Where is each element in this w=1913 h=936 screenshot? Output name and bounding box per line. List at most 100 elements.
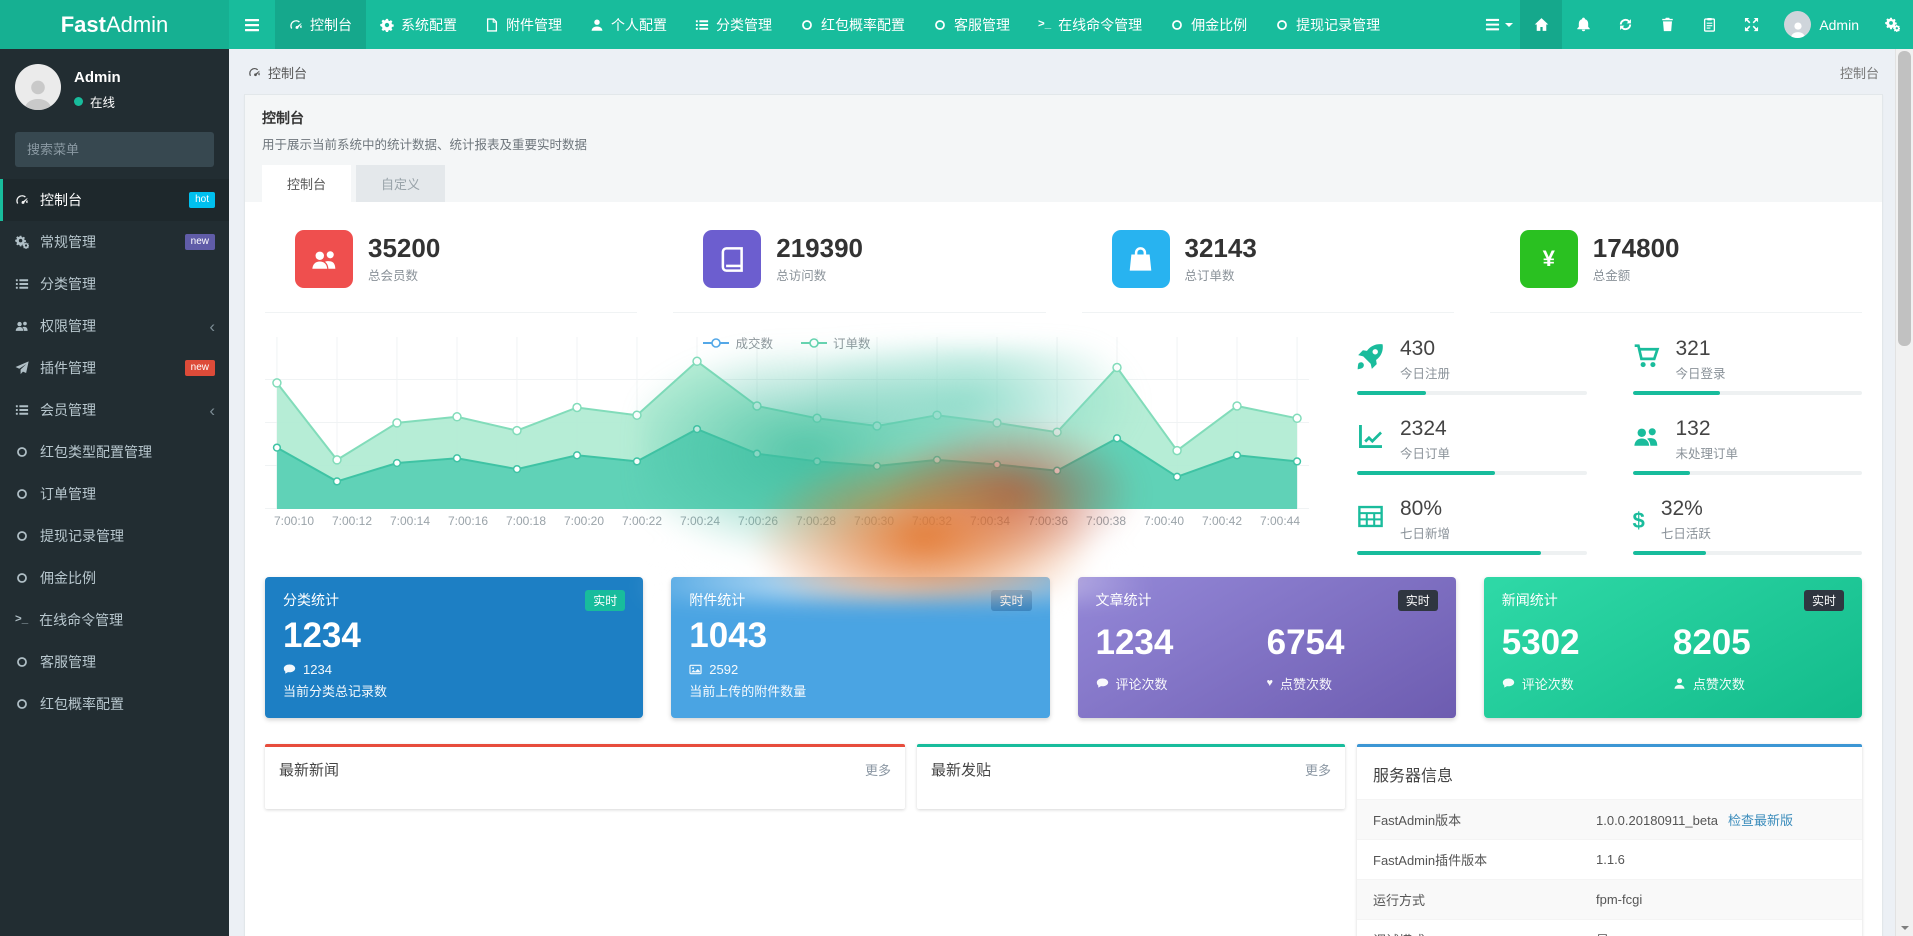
legend-item[interactable]: 订单数 <box>801 333 871 352</box>
bell-button[interactable] <box>1562 0 1604 49</box>
legend-item[interactable]: 成交数 <box>703 333 773 352</box>
sidebar-item[interactable]: 会员管理‹ <box>0 389 229 431</box>
mini-stat-label: 今日注册 <box>1400 363 1450 382</box>
list-icon <box>695 18 709 32</box>
circle-icon <box>15 697 29 711</box>
top-menu-item[interactable]: 系统配置 <box>366 0 471 49</box>
sidebar-item[interactable]: 分类管理 <box>0 263 229 305</box>
x-tick-label: 7:00:10 <box>265 514 323 528</box>
stat-tile <box>295 230 353 288</box>
stat-tile <box>703 230 761 288</box>
scrollbar[interactable] <box>1895 49 1913 936</box>
users-icon <box>1633 423 1660 450</box>
home-icon <box>1534 17 1549 32</box>
stat-box: 35200 总会员数 <box>265 226 637 313</box>
card-title: 新闻统计 <box>1502 590 1558 610</box>
admin-user-menu[interactable]: Admin <box>1772 0 1871 49</box>
expand-button[interactable] <box>1730 0 1772 49</box>
sidebar-item[interactable]: 佣金比例 <box>0 557 229 599</box>
sidebar-item[interactable]: 常规管理new <box>0 221 229 263</box>
tab-自定义[interactable]: 自定义 <box>356 165 445 202</box>
logo-rest: Admin <box>106 12 168 38</box>
server-info-title: 服务器信息 <box>1373 762 1453 786</box>
list-icon <box>15 403 29 417</box>
sidebar-item[interactable]: 订单管理 <box>0 473 229 515</box>
book-icon <box>719 246 746 273</box>
top-menu-item[interactable]: 红包概率配置 <box>786 0 919 49</box>
mini-stat-label: 今日订单 <box>1400 443 1450 462</box>
top-menu-item[interactable]: 附件管理 <box>471 0 576 49</box>
scrollbar-down-arrow[interactable] <box>1896 919 1913 936</box>
mini-stat: 321 今日登录 <box>1633 337 1863 395</box>
scrollbar-thumb[interactable] <box>1898 51 1911 346</box>
rocket-icon <box>1357 343 1384 370</box>
avatar <box>1784 11 1811 38</box>
mini-stat-label: 未处理订单 <box>1676 443 1739 462</box>
breadcrumb-left[interactable]: 控制台 <box>248 63 307 82</box>
top-menu-item[interactable]: 个人配置 <box>576 0 681 49</box>
sidebar-item[interactable]: 红包类型配置管理 <box>0 431 229 473</box>
check-latest-link[interactable]: 检查最新版 <box>1728 813 1793 828</box>
trash-button[interactable] <box>1646 0 1688 49</box>
avatar[interactable] <box>15 64 61 110</box>
chart-x-axis: 7:00:107:00:127:00:147:00:167:00:187:00:… <box>265 514 1309 528</box>
x-tick-label: 7:00:24 <box>671 514 729 528</box>
home-button[interactable] <box>1520 0 1562 49</box>
sidebar-item[interactable]: 客服管理 <box>0 641 229 683</box>
sidebar-item[interactable]: 提现记录管理 <box>0 515 229 557</box>
top-menu-item[interactable]: 客服管理 <box>919 0 1024 49</box>
mini-stat: 2324 今日订单 <box>1357 417 1587 475</box>
menu-badge: new <box>185 234 215 250</box>
card-metric-label: 点赞次数 <box>1280 674 1332 693</box>
top-menu-item[interactable]: 控制台 <box>275 0 366 49</box>
stat-label: 总访问数 <box>776 265 863 284</box>
table-icon <box>1357 503 1384 530</box>
cogs-icon <box>1885 17 1900 32</box>
x-tick-label: 7:00:26 <box>729 514 787 528</box>
stat-box: 219390 总访问数 <box>673 226 1045 313</box>
sidebar-item[interactable]: 红包概率配置 <box>0 683 229 725</box>
info-card: 文章统计 实时 1234 评论次数 6754 ♥点赞次数 <box>1078 577 1456 718</box>
app-logo[interactable]: FastAdmin <box>0 0 229 49</box>
stat-label: 总会员数 <box>368 265 440 284</box>
menu-list-button[interactable] <box>1478 0 1520 49</box>
sidebar-item[interactable]: >_在线命令管理 <box>0 599 229 641</box>
card-sub-value: 1234 <box>303 662 332 677</box>
card-metric: 5302 评论次数 <box>1502 618 1673 693</box>
card-description: 当前分类总记录数 <box>283 681 625 700</box>
sidebar-toggle-button[interactable] <box>229 0 275 49</box>
server-info-table: FastAdmin版本 1.0.0.20180911_beta检查最新版 Fas… <box>1357 799 1862 936</box>
mini-stat-label: 七日新增 <box>1400 523 1450 542</box>
x-tick-label: 7:00:30 <box>845 514 903 528</box>
mini-stat: 80% 七日新增 <box>1357 497 1587 555</box>
news-more-link[interactable]: 更多 <box>865 760 891 779</box>
card-sub-value: 2592 <box>709 662 738 677</box>
top-menu-item[interactable]: 佣金比例 <box>1156 0 1261 49</box>
realtime-badge: 实时 <box>1398 590 1438 611</box>
stats-row: 35200 总会员数 219390 总访问数 32143 总订单数 ¥ 1748… <box>265 226 1862 313</box>
search-input[interactable] <box>15 132 214 167</box>
mini-stat-value: 80% <box>1400 497 1450 521</box>
posts-more-link[interactable]: 更多 <box>1305 760 1331 779</box>
sidebar-item[interactable]: 权限管理‹ <box>0 305 229 347</box>
clipboard-button[interactable] <box>1688 0 1730 49</box>
legend-marker-icon <box>703 338 729 348</box>
user-status: 在线 <box>74 92 121 111</box>
top-menu: 控制台系统配置附件管理个人配置分类管理红包概率配置客服管理>_在线命令管理佣金比… <box>275 0 1394 49</box>
sidebar: Admin 在线 控制台hot常规管理new分类管理权限管理‹插件管理new会员… <box>0 49 229 936</box>
menu-badge: new <box>185 360 215 376</box>
top-menu-item[interactable]: 分类管理 <box>681 0 786 49</box>
tab-控制台[interactable]: 控制台 <box>262 165 351 202</box>
sidebar-item[interactable]: 控制台hot <box>0 179 229 221</box>
user-avatar-icon <box>21 76 55 110</box>
top-navbar: FastAdmin 控制台系统配置附件管理个人配置分类管理红包概率配置客服管理>… <box>0 0 1913 49</box>
refresh-button[interactable] <box>1604 0 1646 49</box>
user-name: Admin <box>74 69 121 86</box>
settings-button[interactable] <box>1871 0 1913 49</box>
top-menu-item[interactable]: >_在线命令管理 <box>1024 0 1156 49</box>
card-value: 6754 <box>1267 625 1438 662</box>
top-menu-item[interactable]: 提现记录管理 <box>1261 0 1394 49</box>
sidebar-item[interactable]: 插件管理new <box>0 347 229 389</box>
card-value: 8205 <box>1673 625 1844 662</box>
card-metric-label: 评论次数 <box>1522 674 1574 693</box>
